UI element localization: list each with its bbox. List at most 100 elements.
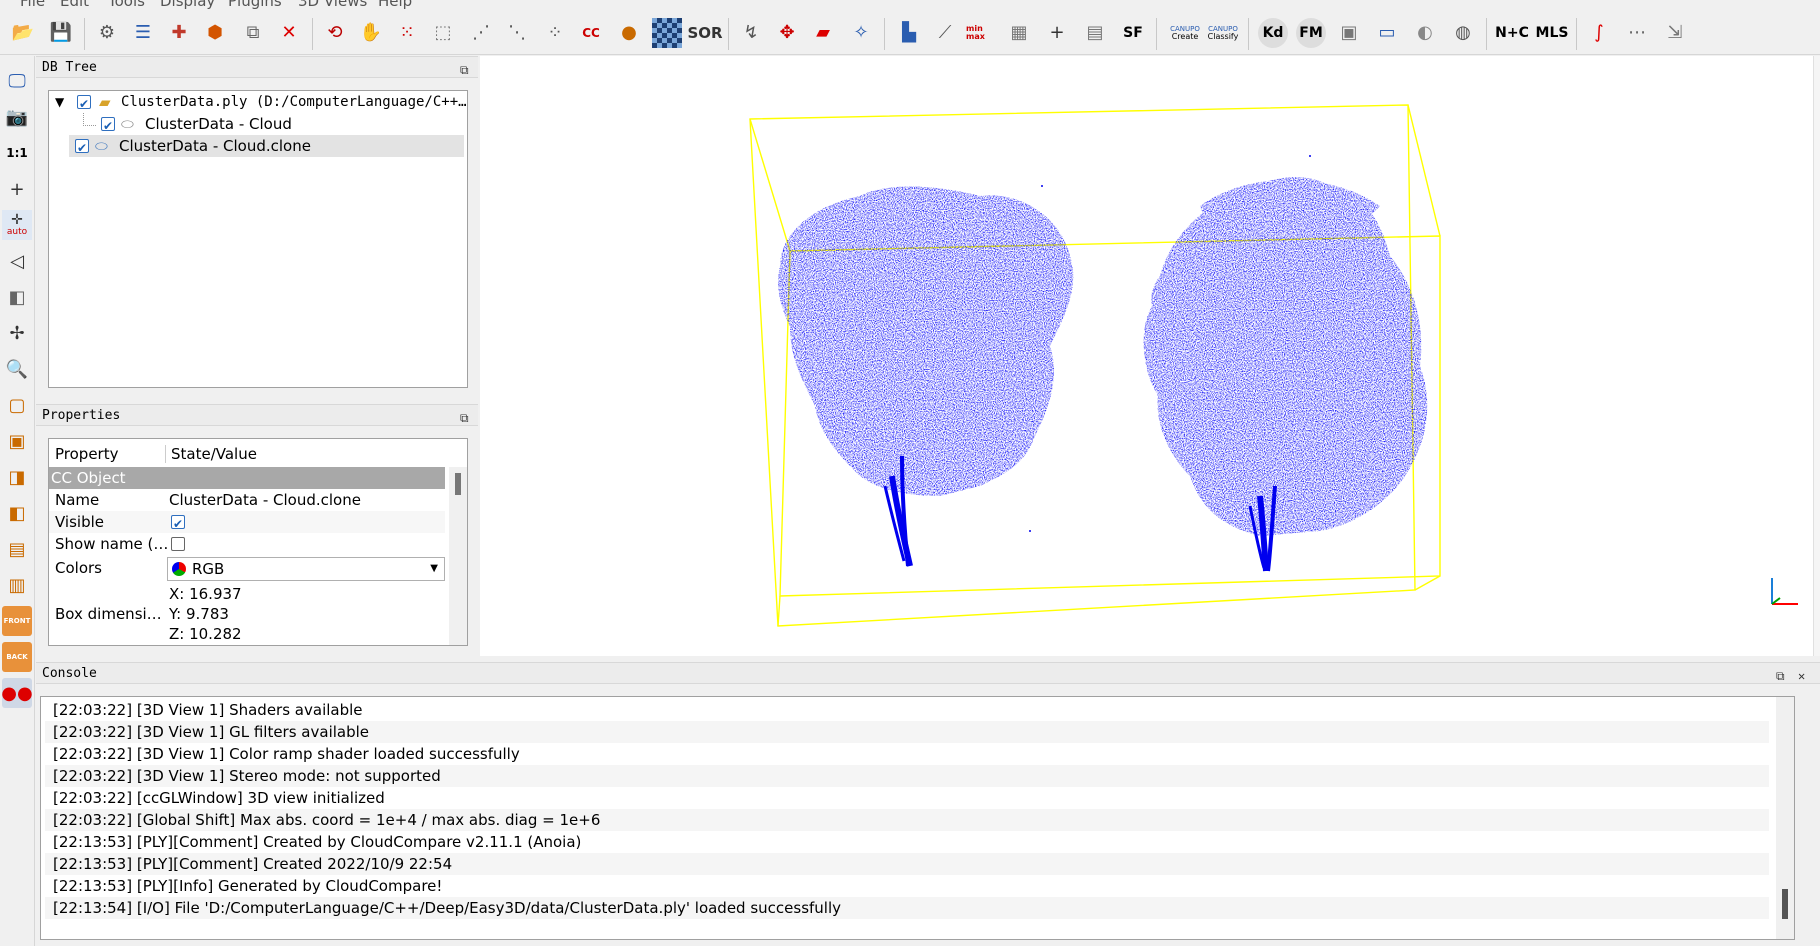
collapse-arrow-icon[interactable]: ▼ bbox=[55, 91, 64, 113]
view-front-icon[interactable]: ▣ bbox=[2, 426, 32, 456]
float-icon[interactable]: ⧉ bbox=[460, 59, 469, 81]
sphere-icon[interactable]: ◐ bbox=[1410, 18, 1440, 48]
camera-icon[interactable]: 📷 bbox=[2, 102, 32, 132]
point-cloud-canvas[interactable] bbox=[480, 56, 1820, 656]
cc-icon[interactable]: CC bbox=[576, 18, 606, 48]
log-line: [22:03:22] [3D View 1] Color ramp shader… bbox=[53, 745, 520, 763]
view-scrollbar[interactable] bbox=[1813, 56, 1820, 656]
tree-item-selected[interactable]: ⬭ ClusterData - Cloud.clone bbox=[69, 135, 464, 159]
3d-view[interactable] bbox=[480, 56, 1820, 656]
perspective-icon[interactable]: ◁ bbox=[2, 246, 32, 276]
minmax-icon[interactable]: min max bbox=[966, 18, 996, 48]
view-back-icon[interactable]: ▥ bbox=[2, 570, 32, 600]
menu-plugins[interactable]: Plugins bbox=[228, 0, 282, 10]
mls-icon[interactable]: MLS bbox=[1534, 18, 1570, 48]
menu-3dviews[interactable]: 3D Views bbox=[298, 0, 367, 10]
subsample-icon[interactable]: ⬚ bbox=[428, 18, 458, 48]
translate-icon[interactable]: ✥ bbox=[772, 18, 802, 48]
save-icon[interactable]: 💾 bbox=[46, 18, 76, 48]
pivot-icon: ✛ bbox=[11, 212, 23, 228]
chart-icon[interactable]: ⟋ bbox=[930, 18, 960, 48]
monitor-icon[interactable]: 🖵 bbox=[2, 66, 32, 96]
scrollbar-thumb[interactable] bbox=[1782, 889, 1788, 919]
properties-scrollbar[interactable] bbox=[449, 467, 467, 645]
checker-icon[interactable] bbox=[652, 18, 682, 48]
stereo-icon[interactable]: ●● bbox=[1, 678, 33, 708]
lighting-icon[interactable]: ◧ bbox=[2, 282, 32, 312]
console-title: Console ⧉ ✕ bbox=[36, 662, 1820, 684]
calculator-icon[interactable]: ▤ bbox=[1080, 18, 1110, 48]
console-scrollbar[interactable] bbox=[1776, 697, 1794, 939]
open-icon[interactable]: 📂 bbox=[8, 18, 38, 48]
canupo-classify-icon[interactable]: CANUPO Classify bbox=[1206, 18, 1240, 48]
float-icon[interactable]: ⧉ bbox=[460, 407, 469, 429]
sor-icon[interactable]: SOR bbox=[687, 18, 722, 48]
canupo-create-icon[interactable]: CANUPO Create bbox=[1168, 18, 1202, 48]
list-icon[interactable]: ☰ bbox=[128, 18, 158, 48]
histogram-icon[interactable]: ▙ bbox=[894, 18, 924, 48]
delete-icon[interactable]: ✕ bbox=[274, 18, 304, 48]
properties-table: Property State/Value CC Object Name Clus… bbox=[48, 438, 468, 646]
tree-item-checkbox[interactable] bbox=[77, 93, 91, 115]
fm-icon[interactable]: FM bbox=[1296, 18, 1326, 48]
kd-icon[interactable]: Kd bbox=[1258, 18, 1288, 48]
sf-icon[interactable]: SF bbox=[1118, 18, 1148, 48]
view-right-icon[interactable]: ◧ bbox=[2, 498, 32, 528]
registration-icon[interactable]: ⋯ bbox=[1622, 18, 1652, 48]
points-icon[interactable]: ⋰ bbox=[466, 18, 496, 48]
visible-checkbox[interactable] bbox=[171, 513, 185, 535]
fit-icon[interactable]: ✧ bbox=[846, 18, 876, 48]
globe-icon[interactable]: ◍ bbox=[1448, 18, 1478, 48]
show-name-checkbox[interactable] bbox=[171, 537, 185, 551]
curve-icon[interactable]: ∫ bbox=[1584, 18, 1614, 48]
tree-item[interactable]: ⬭ ClusterData - Cloud bbox=[55, 113, 460, 137]
plane-icon[interactable]: ▰ bbox=[808, 18, 838, 48]
drop-icon[interactable]: ● bbox=[614, 18, 644, 48]
scatter-icon[interactable]: ⋱ bbox=[502, 18, 532, 48]
zoom-icon[interactable]: 🔍 bbox=[2, 354, 32, 384]
clone-icon[interactable]: ⧉ bbox=[238, 18, 268, 48]
float-icon[interactable]: ⧉ bbox=[1776, 665, 1785, 687]
pan-icon[interactable]: ✢ bbox=[2, 318, 32, 348]
cloud-icon: ⬭ bbox=[121, 115, 134, 133]
log-line: [22:03:22] [Global Shift] Max abs. coord… bbox=[45, 809, 1769, 831]
view-bottom-icon[interactable]: ▤ bbox=[2, 534, 32, 564]
menu-display[interactable]: Display bbox=[160, 0, 215, 10]
colors-dropdown[interactable]: RGB ▼ bbox=[167, 557, 445, 581]
segment-icon[interactable]: ⬢ bbox=[200, 18, 230, 48]
merge-icon[interactable]: ✚ bbox=[164, 18, 194, 48]
tree-item[interactable]: ▼ ▰ ClusterData.ply (D:/ComputerLanguage… bbox=[55, 91, 467, 115]
table-icon[interactable]: ▦ bbox=[1004, 18, 1034, 48]
view-left-icon[interactable]: ◨ bbox=[2, 462, 32, 492]
pick-rotation-icon[interactable]: ⟲ bbox=[320, 18, 350, 48]
scatter2-icon[interactable]: ⁘ bbox=[540, 18, 570, 48]
crosshair-icon[interactable]: + bbox=[2, 174, 32, 204]
menu-tools[interactable]: Tools bbox=[108, 0, 145, 10]
hand-icon[interactable]: ✋ bbox=[356, 18, 386, 48]
chevron-down-icon[interactable]: ▼ bbox=[430, 558, 438, 580]
main-toolbar: 📂 💾 ⚙ ☰ ✚ ⬢ ⧉ ✕ ⟲ ✋ ⁙ ⬚ ⋰ ⋱ ⁘ CC ● SOR ↯… bbox=[0, 12, 1820, 55]
menu-help[interactable]: Help bbox=[378, 0, 412, 10]
folder-icon: ▰ bbox=[99, 93, 111, 111]
table-row: Visible bbox=[49, 511, 445, 535]
add-icon[interactable]: + bbox=[1042, 18, 1072, 48]
bin-icon[interactable]: ▣ bbox=[1334, 18, 1364, 48]
graph-icon[interactable]: ↯ bbox=[736, 18, 766, 48]
iso-back-button[interactable]: BACK bbox=[2, 642, 32, 672]
view-top-icon[interactable]: ▢ bbox=[2, 390, 32, 420]
menu-file[interactable]: File bbox=[20, 0, 45, 10]
one-to-one-button[interactable]: 1:1 bbox=[2, 138, 32, 168]
sample-icon[interactable]: ⁙ bbox=[392, 18, 422, 48]
scrollbar-thumb[interactable] bbox=[455, 473, 461, 495]
menu-edit[interactable]: Edit bbox=[60, 0, 89, 10]
close-icon[interactable]: ✕ bbox=[1798, 665, 1805, 687]
iso-front-button[interactable]: FRONT bbox=[2, 606, 32, 636]
csv-icon[interactable]: ▭ bbox=[1372, 18, 1402, 48]
nc-icon[interactable]: N+C bbox=[1494, 18, 1530, 48]
tree-item-checkbox[interactable] bbox=[75, 137, 89, 159]
tree-item-checkbox[interactable] bbox=[101, 115, 115, 137]
log-line: [22:03:22] [3D View 1] Stereo mode: not … bbox=[45, 765, 1769, 787]
export-icon[interactable]: ⇲ bbox=[1660, 18, 1690, 48]
gear-icon[interactable]: ⚙ bbox=[92, 18, 122, 48]
auto-pivot-button[interactable]: ✛ auto bbox=[2, 210, 32, 240]
